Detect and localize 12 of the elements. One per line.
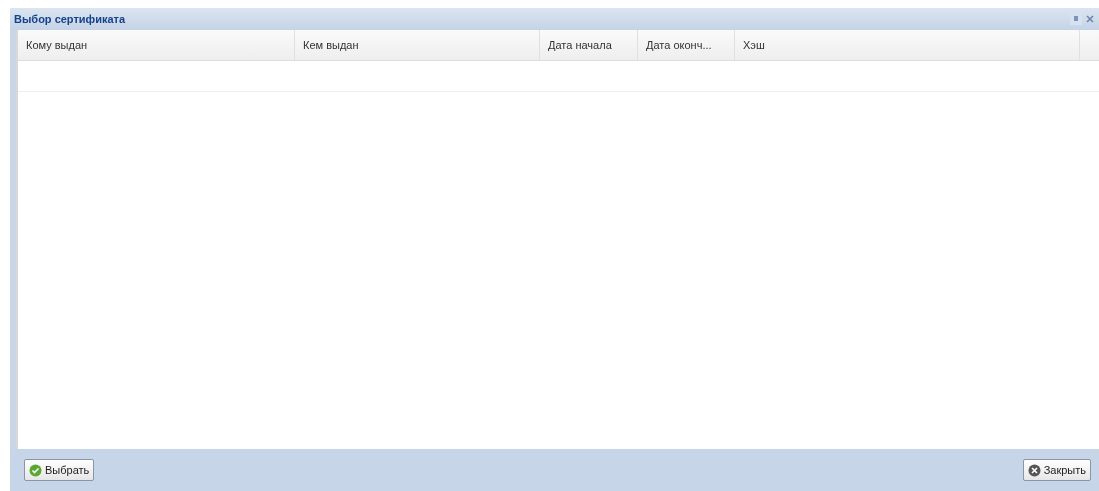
column-header[interactable]: Дата начала [540, 30, 638, 60]
window-title: Выбор сертификата [14, 13, 127, 25]
column-header[interactable]: Кому выдан [18, 30, 295, 60]
close-icon [1027, 463, 1041, 477]
column-header[interactable]: Дата оконч... [638, 30, 735, 60]
column-header[interactable]: Хэш [735, 30, 1080, 60]
column-header[interactable]: Кем выдан [295, 30, 540, 60]
pin-icon[interactable] [1070, 13, 1082, 25]
close-button[interactable]: Закрыть [1022, 459, 1091, 481]
select-button[interactable]: Выбрать [24, 459, 95, 481]
check-icon [29, 463, 42, 477]
close-icon[interactable] [1085, 13, 1095, 25]
